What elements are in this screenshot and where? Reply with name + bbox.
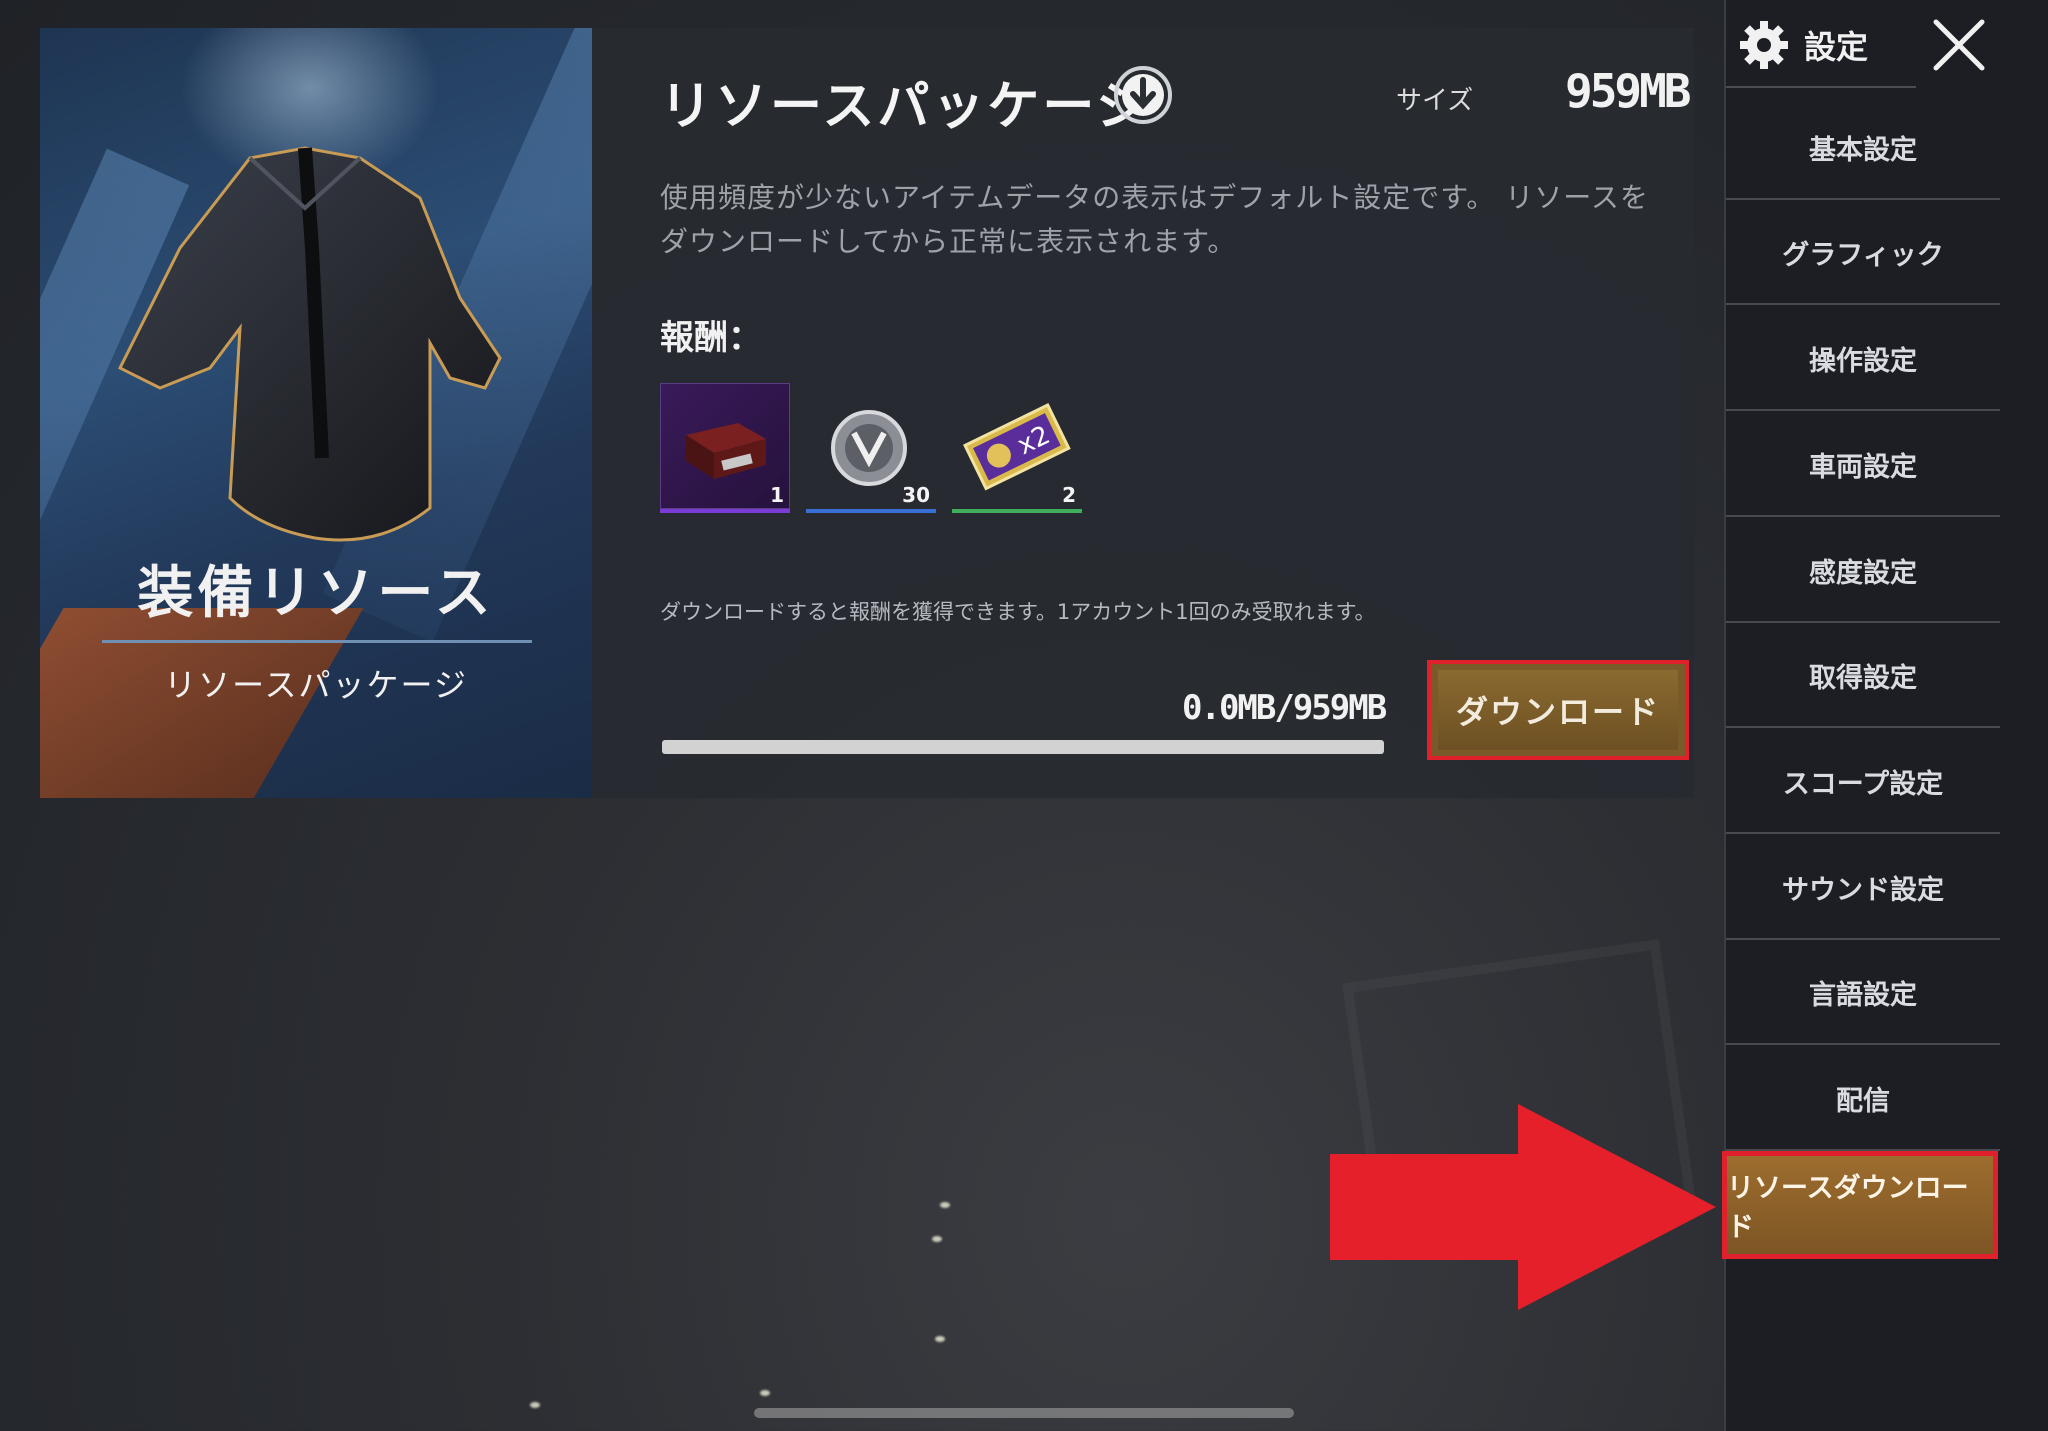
- background-spark: [940, 1202, 950, 1208]
- sidebar-item-sensitivity[interactable]: 感度設定: [1726, 519, 2000, 623]
- reward-item[interactable]: 1: [660, 383, 790, 513]
- reward-count: 2: [1062, 483, 1076, 507]
- shirt-image: [117, 146, 502, 542]
- x2-coupon-icon: x2: [963, 403, 1071, 491]
- download-progress-bar: [662, 740, 1384, 754]
- download-button-label: ダウンロード: [1438, 670, 1678, 750]
- settings-header: 設定: [1738, 14, 1868, 76]
- reward-rarity-bar: [806, 509, 936, 513]
- header-divider: [1726, 86, 1916, 88]
- sidebar-item-basic[interactable]: 基本設定: [1726, 96, 2000, 200]
- package-description: 使用頻度が少ないアイテムデータの表示はデフォルト設定です。 リソースをダウンロー…: [660, 181, 1649, 258]
- sidebar-item-streaming[interactable]: 配信: [1726, 1047, 2000, 1151]
- reward-note: ダウンロードすると報酬を獲得できます。1アカウント1回のみ受取れます。: [660, 600, 1376, 624]
- background-spark: [932, 1236, 942, 1242]
- size-label: サイズ: [1396, 86, 1474, 116]
- supply-crate-icon: [686, 423, 766, 479]
- hero-divider: [102, 640, 532, 643]
- download-progress-text: 0.0MB/959MB: [1182, 688, 1387, 728]
- hero-banner: 装備リソース リソースパッケージ: [40, 28, 592, 798]
- size-value: 959MB: [1565, 64, 1691, 118]
- reward-label: 報酬：: [660, 318, 762, 358]
- gear-icon: [1740, 21, 1788, 69]
- resource-package-card: 装備リソース リソースパッケージ リソースパッケージ サイズ 959MB 使用頻…: [40, 28, 1694, 798]
- sidebar-item-pickup[interactable]: 取得設定: [1726, 624, 2000, 728]
- sidebar-item-controls[interactable]: 操作設定: [1726, 307, 2000, 411]
- package-title: リソースパッケージ: [660, 77, 1152, 137]
- sidebar-item-language[interactable]: 言語設定: [1726, 941, 2000, 1045]
- sidebar-item-graphics[interactable]: グラフィック: [1726, 201, 2000, 305]
- background-spark: [935, 1336, 945, 1342]
- sidebar-item-resource-download[interactable]: リソースダウンロード: [1722, 1151, 1998, 1259]
- reward-item[interactable]: 30: [806, 383, 936, 513]
- download-button[interactable]: ダウンロード: [1427, 660, 1689, 760]
- badge-emblem-icon: [831, 410, 907, 486]
- sidebar-item-vehicle[interactable]: 車両設定: [1726, 413, 2000, 517]
- sidebar-item-sound[interactable]: サウンド設定: [1726, 836, 2000, 940]
- pointer-arrow: [1330, 1104, 1716, 1310]
- reward-rarity-bar: [660, 509, 790, 513]
- download-icon: [1114, 66, 1172, 124]
- reward-rarity-bar: [952, 509, 1082, 513]
- reward-count: 1: [770, 483, 784, 507]
- hero-title: 装備リソース: [137, 561, 495, 626]
- reward-count: 30: [902, 483, 930, 507]
- sidebar-item-scope[interactable]: スコープ設定: [1726, 730, 2000, 834]
- home-indicator: [754, 1408, 1294, 1418]
- settings-title: 設定: [1804, 28, 1869, 66]
- background-spark: [530, 1402, 540, 1408]
- hero-subtitle: リソースパッケージ: [164, 666, 468, 704]
- close-icon[interactable]: [1928, 14, 1990, 76]
- background-spark: [760, 1390, 770, 1396]
- reward-item[interactable]: x2 2: [952, 383, 1082, 513]
